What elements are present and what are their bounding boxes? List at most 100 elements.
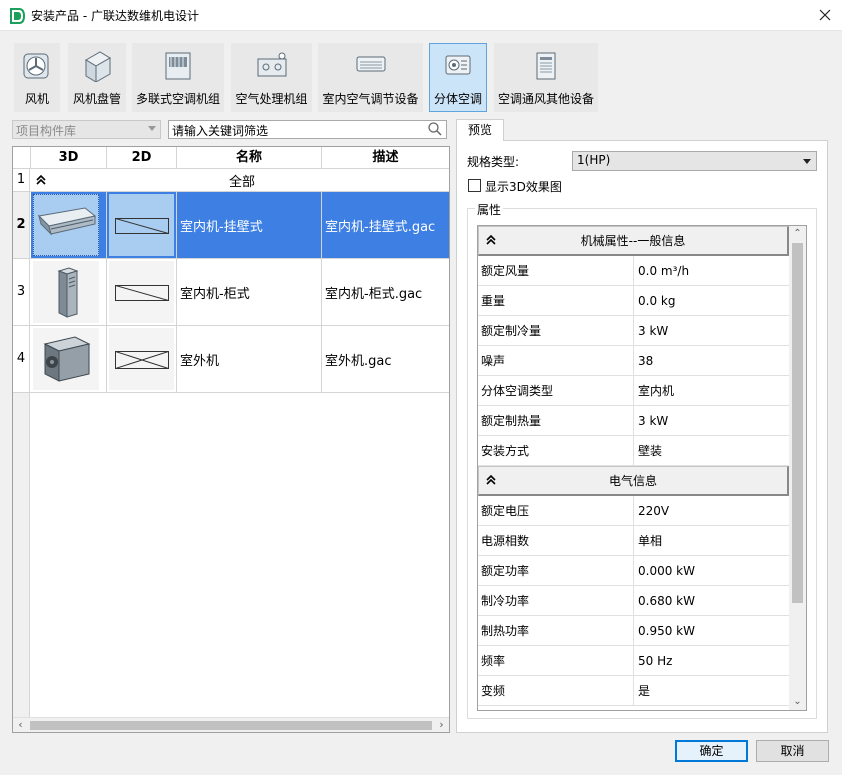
- tab-preview[interactable]: 预览: [456, 119, 504, 141]
- thumb-2d-cell: [107, 192, 177, 258]
- grid-corner: [13, 147, 31, 169]
- property-row[interactable]: 安装方式 壁装: [478, 436, 789, 466]
- chevron-down-icon: [148, 126, 156, 131]
- property-grid: 机械属性--一般信息 额定风量 0.0 m³/h 重量 0.0 kg 额定制冷量…: [477, 225, 807, 711]
- column-header-2d[interactable]: 2D: [107, 147, 177, 169]
- plan-symbol-icon: [115, 218, 169, 234]
- property-key: 额定功率: [478, 556, 634, 585]
- search-input[interactable]: 请输入关键词筛选: [168, 120, 447, 139]
- tool-indoor-ac[interactable]: 室内空气调节设备: [318, 43, 423, 112]
- property-row[interactable]: 额定功率 0.000 kW: [478, 556, 789, 586]
- property-key: 额定制热量: [478, 406, 634, 435]
- table-row[interactable]: 4 室外机 室外机.gac: [13, 326, 449, 393]
- split-ac-icon: [445, 55, 471, 75]
- property-key: 变频: [478, 676, 634, 705]
- cell-desc: 室内机-柜式.gac: [322, 259, 449, 325]
- properties-group-title: 属性: [475, 201, 504, 218]
- search-placeholder: 请输入关键词筛选: [172, 124, 269, 138]
- property-row[interactable]: 额定风量 0.0 m³/h: [478, 256, 789, 286]
- tool-fan[interactable]: 风机: [14, 43, 60, 112]
- library-select[interactable]: 项目构件库: [12, 120, 161, 139]
- plan-symbol-icon: [115, 351, 169, 369]
- other-hvac-icon: [536, 52, 556, 80]
- ok-button[interactable]: 确定: [675, 740, 748, 762]
- property-key: 噪声: [478, 346, 634, 375]
- property-key: 额定风量: [478, 256, 634, 285]
- group-label-text: 全部: [228, 174, 255, 190]
- property-key: 安装方式: [478, 436, 634, 465]
- vertical-scrollbar[interactable]: ⌃ ⌄: [789, 226, 806, 710]
- thumb-2d-cell: [107, 259, 177, 325]
- property-value: 220V: [638, 503, 670, 518]
- tool-label: 空调通风其他设备: [497, 92, 594, 106]
- thumb-3d-cell: [31, 326, 107, 392]
- cancel-button[interactable]: 取消: [756, 740, 829, 762]
- column-header-desc[interactable]: 描述: [322, 147, 449, 169]
- property-row[interactable]: 制冷功率 0.680 kW: [478, 586, 789, 616]
- horizontal-scrollbar[interactable]: ‹ ›: [13, 717, 449, 732]
- thumb-2d-cell: [107, 326, 177, 392]
- property-value: 50 Hz: [638, 653, 673, 668]
- cell-desc: 室外机.gac: [322, 326, 449, 392]
- component-grid: 3D 2D 名称 描述 1 全部 2 室内机-挂壁式 室内机-挂壁式.gac 3…: [12, 146, 450, 733]
- cell-desc: 室内机-挂壁式.gac: [322, 192, 449, 258]
- close-button[interactable]: [812, 3, 838, 27]
- section-header-electrical[interactable]: 电气信息: [478, 466, 789, 496]
- scroll-down-icon[interactable]: ⌄: [789, 694, 806, 710]
- property-row[interactable]: 噪声 38: [478, 346, 789, 376]
- window-title: 安装产品 - 广联达数维机电设计: [31, 9, 199, 23]
- cell-name: 室内机-挂壁式: [177, 192, 322, 258]
- tool-fan-coil[interactable]: 风机盘管: [68, 43, 126, 112]
- spec-type-select[interactable]: 1(HP): [572, 151, 817, 171]
- tool-other-hvac[interactable]: 空调通风其他设备: [494, 43, 598, 112]
- scroll-left-icon[interactable]: ‹: [13, 718, 28, 733]
- property-row[interactable]: 重量 0.0 kg: [478, 286, 789, 316]
- plan-symbol-icon: [115, 285, 169, 301]
- fan-coil-icon: [85, 51, 111, 82]
- property-row[interactable]: 额定制冷量 3 kW: [478, 316, 789, 346]
- property-row[interactable]: 分体空调类型 室内机: [478, 376, 789, 406]
- tool-label: 风机盘管: [72, 92, 121, 106]
- vrf-unit-icon: [165, 52, 191, 80]
- tool-label: 多联式空调机组: [135, 92, 220, 106]
- property-value: 3 kW: [638, 323, 669, 338]
- spec-type-value: 1(HP): [577, 153, 611, 167]
- tool-split-ac[interactable]: 分体空调: [429, 43, 487, 112]
- show-3d-label[interactable]: 显示3D效果图: [485, 178, 562, 195]
- group-label: 全部: [31, 169, 449, 191]
- search-icon[interactable]: [428, 122, 442, 136]
- collapse-icon[interactable]: [485, 234, 497, 246]
- scroll-thumb[interactable]: [30, 721, 432, 730]
- scroll-thumb[interactable]: [792, 243, 803, 603]
- table-row[interactable]: 2 室内机-挂壁式 室内机-挂壁式.gac: [13, 192, 449, 259]
- scroll-right-icon[interactable]: ›: [434, 718, 449, 733]
- collapse-icon[interactable]: [35, 174, 47, 186]
- property-key: 制热功率: [478, 616, 634, 645]
- property-key: 分体空调类型: [478, 376, 634, 405]
- thumb-3d-cell: [31, 259, 107, 325]
- property-row[interactable]: 额定制热量 3 kW: [478, 406, 789, 436]
- property-value: 0.000 kW: [638, 563, 695, 578]
- property-row[interactable]: 制热功率 0.950 kW: [478, 616, 789, 646]
- scroll-up-icon[interactable]: ⌃: [789, 226, 806, 242]
- column-header-name[interactable]: 名称: [177, 147, 322, 169]
- section-title: 机械属性--一般信息: [580, 234, 686, 248]
- tool-vrf[interactable]: 多联式空调机组: [132, 43, 224, 112]
- section-header-mechanical[interactable]: 机械属性--一般信息: [478, 226, 789, 256]
- outdoor-unit-icon: [43, 336, 91, 382]
- property-row[interactable]: 变频 是: [478, 676, 789, 706]
- property-row[interactable]: 电源相数 单相: [478, 526, 789, 556]
- property-key: 电源相数: [478, 526, 634, 555]
- tool-air-handler[interactable]: 空气处理机组: [231, 43, 312, 112]
- row-header-column: [13, 393, 30, 732]
- table-row[interactable]: 3 室内机-柜式 室内机-柜式.gac: [13, 259, 449, 326]
- floor-standing-unit-icon: [57, 267, 79, 318]
- group-row[interactable]: 1 全部: [13, 169, 449, 192]
- app-logo-icon: [10, 8, 25, 24]
- property-row[interactable]: 频率 50 Hz: [478, 646, 789, 676]
- show-3d-checkbox[interactable]: [468, 179, 481, 192]
- column-header-3d[interactable]: 3D: [31, 147, 107, 169]
- property-row[interactable]: 额定电压 220V: [478, 496, 789, 526]
- property-value: 单相: [638, 534, 663, 548]
- collapse-icon[interactable]: [485, 474, 497, 486]
